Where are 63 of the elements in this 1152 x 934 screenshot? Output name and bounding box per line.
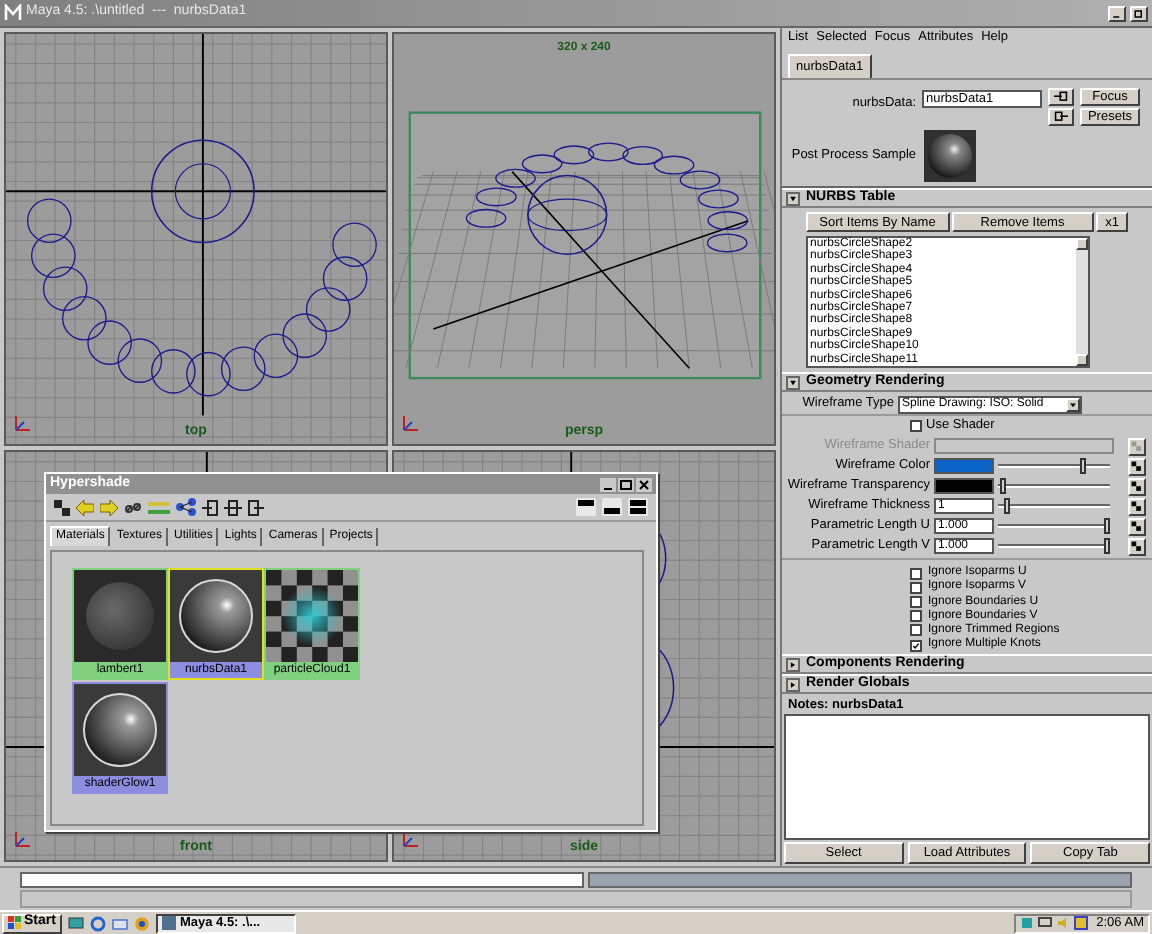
color-swatch[interactable] xyxy=(934,458,994,475)
slider-thumb[interactable] xyxy=(1000,478,1007,495)
checkbox[interactable] xyxy=(910,567,922,580)
swatch-icon[interactable] xyxy=(54,499,70,515)
graph-icon[interactable] xyxy=(176,498,196,516)
slider-thumb[interactable] xyxy=(1080,458,1087,475)
sphere-preview xyxy=(74,570,166,662)
expand-icon[interactable] xyxy=(786,657,800,672)
sphere-preview xyxy=(74,684,166,776)
browser-icon[interactable] xyxy=(89,915,106,931)
minimize-icon[interactable] xyxy=(600,477,616,491)
sphere-preview xyxy=(266,570,358,662)
maximize-icon[interactable] xyxy=(618,477,634,491)
input-connection-icon[interactable] xyxy=(1048,88,1074,106)
map-icon[interactable] xyxy=(1128,497,1146,516)
checkbox[interactable] xyxy=(910,639,922,652)
mail-icon[interactable] xyxy=(111,915,128,931)
desktop-icon[interactable] xyxy=(67,915,84,931)
arrow-left-icon[interactable] xyxy=(76,499,94,515)
slider[interactable] xyxy=(998,538,1110,555)
windows-logo-icon xyxy=(8,916,22,930)
axis-icon xyxy=(402,411,422,431)
output-connection-icon[interactable] xyxy=(1048,108,1074,126)
arrow-right-icon[interactable] xyxy=(100,499,118,515)
input-icon[interactable] xyxy=(202,499,218,515)
app-tray-icon[interactable] xyxy=(1074,916,1089,930)
slider[interactable] xyxy=(998,518,1110,535)
expand-icon[interactable] xyxy=(786,677,800,692)
split-layout-icon[interactable] xyxy=(628,498,648,516)
checkbox[interactable] xyxy=(910,581,922,594)
axis-icon xyxy=(14,828,34,848)
map-icon[interactable] xyxy=(1128,537,1146,556)
app-icon xyxy=(4,4,22,22)
close-icon[interactable] xyxy=(636,477,652,491)
slider-thumb[interactable] xyxy=(1004,498,1011,515)
map-icon[interactable] xyxy=(1128,477,1146,496)
checkbox[interactable] xyxy=(910,610,922,623)
in-out-icon[interactable] xyxy=(224,499,242,515)
checkbox[interactable] xyxy=(910,624,922,637)
checkbox[interactable] xyxy=(910,596,922,609)
slider-thumb[interactable] xyxy=(1104,518,1110,535)
monitor-icon[interactable] xyxy=(1038,916,1053,930)
map-icon[interactable] xyxy=(1128,517,1146,536)
axis-icon xyxy=(402,828,422,848)
collapse-icon[interactable] xyxy=(786,191,800,205)
app-icon xyxy=(161,916,176,930)
notes-field[interactable] xyxy=(784,714,1150,840)
color-swatch[interactable] xyxy=(934,478,994,495)
top-tab-layout-icon[interactable] xyxy=(576,498,596,516)
map-icon[interactable] xyxy=(1128,457,1146,476)
checkbox[interactable] xyxy=(910,420,922,433)
command-line-field[interactable] xyxy=(20,871,584,887)
output-icon[interactable] xyxy=(248,499,264,515)
sphere-preview xyxy=(924,130,976,182)
caret-icon xyxy=(1066,397,1080,412)
restore-icon[interactable] xyxy=(1130,5,1148,21)
bottom-tab-layout-icon[interactable] xyxy=(602,498,622,516)
minimize-icon[interactable] xyxy=(1108,5,1126,21)
sphere-preview xyxy=(170,570,262,662)
axis-icon xyxy=(14,411,34,431)
collapse-icon[interactable] xyxy=(786,375,800,390)
media-icon[interactable] xyxy=(133,915,150,931)
slider-thumb[interactable] xyxy=(1104,538,1110,555)
